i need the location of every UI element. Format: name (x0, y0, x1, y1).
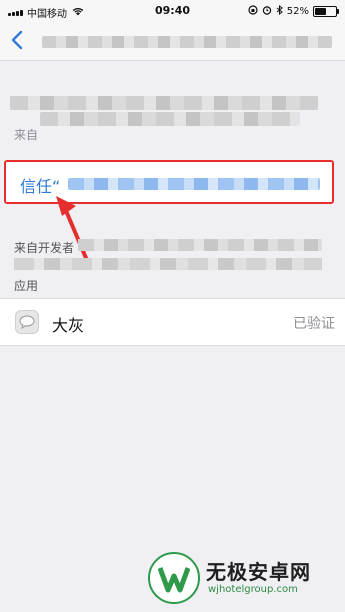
battery-percent: 52% (286, 6, 309, 17)
app-list-item[interactable]: 大灰 已验证 (0, 298, 345, 346)
status-right: 52% (248, 4, 339, 18)
battery-icon (313, 6, 339, 17)
trust-developer-redacted (68, 178, 320, 190)
alarm-icon (262, 5, 272, 18)
verified-status: 已验证 (293, 316, 335, 332)
description-redacted (40, 112, 300, 126)
watermark-title: 无极安卓网 (206, 560, 311, 584)
nav-title-redacted (42, 36, 332, 48)
developer-label: 来自开发者 (14, 241, 75, 255)
chat-bubble-icon (15, 310, 39, 334)
apps-section-header: 应用 (14, 279, 39, 293)
rotation-lock-icon (248, 5, 258, 18)
watermark: 无极安卓网 wjhotelgroup.com (148, 548, 340, 608)
back-chevron-icon[interactable] (10, 30, 24, 50)
description-redacted (10, 96, 318, 110)
bluetooth-icon (276, 4, 283, 18)
developer-name-redacted (78, 239, 322, 251)
nav-bar (0, 22, 345, 61)
status-bar: 中国移动 09:40 52% (0, 0, 345, 22)
description-label: 来自 (14, 128, 39, 142)
app-name: 大灰 (52, 316, 85, 335)
watermark-logo-icon (148, 552, 200, 604)
watermark-url: wjhotelgroup.com (208, 584, 298, 595)
developer-detail-redacted (14, 258, 322, 270)
